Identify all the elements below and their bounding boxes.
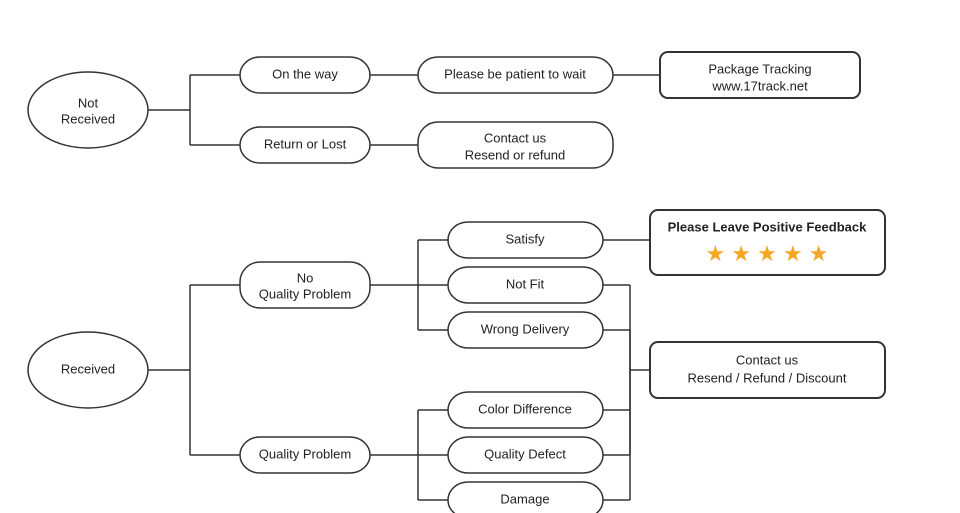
quality-problem-label: Quality Problem [259, 446, 351, 461]
wrong-delivery-label: Wrong Delivery [481, 321, 570, 336]
diagram: Not Received On the way Return or Lost P… [0, 0, 960, 513]
satisfy-label: Satisfy [505, 231, 545, 246]
contact-resend-refund-label2: Resend or refund [465, 147, 565, 162]
color-difference-label: Color Difference [478, 401, 572, 416]
contact-resend-discount-label1: Contact us [736, 352, 799, 367]
no-quality-problem-label2: Quality Problem [259, 286, 351, 301]
not-received-label: Not [78, 95, 99, 110]
return-or-lost-label: Return or Lost [264, 136, 347, 151]
package-tracking-label2: www.17track.net [711, 78, 808, 93]
not-fit-label: Not Fit [506, 276, 545, 291]
positive-feedback-label: Please Leave Positive Feedback [668, 219, 867, 234]
not-received-label2: Received [61, 111, 115, 126]
stars-label: ★ ★ ★ ★ ★ [705, 241, 828, 266]
contact-resend-discount-label2: Resend / Refund / Discount [688, 370, 847, 385]
on-the-way-label: On the way [272, 66, 338, 81]
package-tracking-label1: Package Tracking [708, 61, 811, 76]
received-label: Received [61, 361, 115, 376]
quality-defect-label: Quality Defect [484, 446, 566, 461]
be-patient-label: Please be patient to wait [444, 66, 586, 81]
contact-resend-refund-label1: Contact us [484, 130, 547, 145]
no-quality-problem-label1: No [297, 270, 314, 285]
damage-label: Damage [500, 491, 549, 506]
